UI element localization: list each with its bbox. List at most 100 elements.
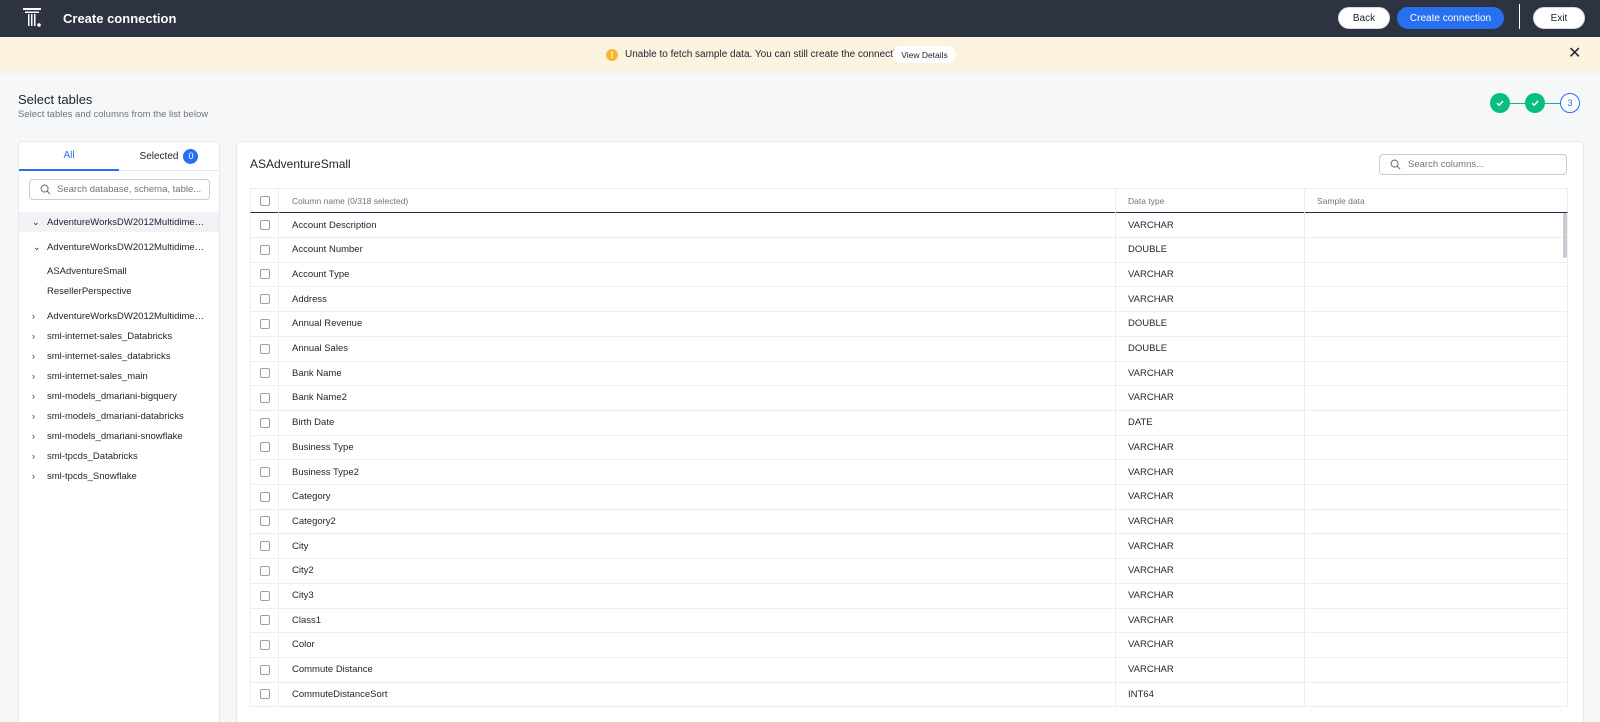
tree-item-database[interactable]: › sml-models_dmariani-bigquery bbox=[19, 386, 219, 406]
chevron-right-icon[interactable]: › bbox=[32, 471, 40, 481]
row-checkbox-cell bbox=[251, 583, 279, 608]
table-scrollbar[interactable] bbox=[1563, 213, 1567, 258]
row-checkbox[interactable] bbox=[259, 318, 270, 329]
row-checkbox[interactable] bbox=[259, 269, 270, 280]
row-checkbox[interactable] bbox=[259, 442, 270, 453]
tree-item-database[interactable]: › sml-models_dmariani-snowflake bbox=[19, 426, 219, 446]
table-row[interactable]: Business Type VARCHAR bbox=[250, 435, 1568, 461]
table-row[interactable]: Color VARCHAR bbox=[250, 632, 1568, 658]
row-checkbox[interactable] bbox=[259, 639, 270, 650]
chevron-right-icon[interactable]: › bbox=[32, 391, 40, 401]
row-checkbox[interactable] bbox=[259, 565, 270, 576]
table-row[interactable]: City3 VARCHAR bbox=[250, 583, 1568, 609]
chevron-down-icon[interactable]: ⌄ bbox=[32, 217, 40, 228]
column-divider bbox=[1304, 657, 1305, 682]
step-connector bbox=[1545, 103, 1560, 104]
tree-item-label: AdventureWorksDW2012Multidimensional-EE bbox=[47, 216, 209, 228]
tree-item-label: ResellerPerspective bbox=[47, 285, 132, 297]
row-checkbox[interactable] bbox=[259, 417, 270, 428]
tab-selected[interactable]: Selected 0 bbox=[119, 142, 219, 171]
chevron-right-icon[interactable]: › bbox=[32, 451, 40, 461]
tab-all[interactable]: All bbox=[19, 142, 119, 171]
table-row[interactable]: Address VARCHAR bbox=[250, 287, 1568, 313]
table-row[interactable]: City VARCHAR bbox=[250, 534, 1568, 560]
tree-item-label: ASAdventureSmall bbox=[47, 265, 127, 277]
row-checkbox[interactable] bbox=[259, 244, 270, 255]
tree-search-input[interactable] bbox=[57, 182, 207, 197]
tree-item-database[interactable]: ⌄ AdventureWorksDW2012Multidimensional-E… bbox=[19, 212, 219, 232]
row-checkbox[interactable] bbox=[259, 294, 270, 305]
data-type-cell: DOUBLE bbox=[1128, 343, 1168, 354]
tree-item-table[interactable]: ASAdventureSmall bbox=[19, 261, 219, 281]
tree-search-field[interactable] bbox=[29, 179, 210, 200]
chevron-right-icon[interactable]: › bbox=[32, 371, 40, 381]
table-row[interactable]: Bank Name VARCHAR bbox=[250, 361, 1568, 387]
tree-item-database[interactable]: › sml-tpcds_Databricks bbox=[19, 446, 219, 466]
warning-icon: ! bbox=[606, 49, 618, 61]
table-row[interactable]: Bank Name2 VARCHAR bbox=[250, 385, 1568, 411]
table-row[interactable]: Account Number DOUBLE bbox=[250, 237, 1568, 263]
column-name-cell: Class1 bbox=[292, 614, 322, 626]
row-checkbox-cell bbox=[251, 385, 279, 410]
row-checkbox[interactable] bbox=[259, 368, 270, 379]
row-checkbox[interactable] bbox=[259, 491, 270, 502]
row-checkbox[interactable] bbox=[259, 590, 270, 601]
column-search-field[interactable] bbox=[1379, 154, 1567, 175]
select-all-checkbox[interactable] bbox=[259, 196, 270, 206]
tree-item-database[interactable]: › AdventureWorksDW2012Multidimensional-S… bbox=[19, 306, 219, 326]
close-icon[interactable]: ✕ bbox=[1568, 46, 1581, 62]
tree-item-database[interactable]: › sml-tpcds_Snowflake bbox=[19, 466, 219, 486]
row-checkbox[interactable] bbox=[259, 689, 270, 700]
column-header-sample[interactable]: Sample data bbox=[1317, 189, 1365, 213]
tree-item-schema[interactable]: ⌄ AdventureWorksDW2012Multidimensional-S… bbox=[19, 237, 219, 257]
table-row[interactable]: Commute Distance VARCHAR bbox=[250, 657, 1568, 683]
table-row[interactable]: Annual Revenue DOUBLE bbox=[250, 311, 1568, 337]
data-type-cell: VARCHAR bbox=[1128, 268, 1174, 280]
table-row[interactable]: Account Description VARCHAR bbox=[250, 213, 1568, 238]
row-checkbox[interactable] bbox=[259, 392, 270, 403]
table-row[interactable]: Annual Sales DOUBLE bbox=[250, 336, 1568, 362]
table-row[interactable]: Class1 VARCHAR bbox=[250, 608, 1568, 634]
tree-item-database[interactable]: › sml-internet-sales_databricks bbox=[19, 346, 219, 366]
column-name-cell: Annual Sales bbox=[292, 343, 348, 354]
data-type-cell: VARCHAR bbox=[1128, 219, 1174, 231]
tree-item-label: sml-internet-sales_databricks bbox=[47, 350, 171, 362]
chevron-right-icon[interactable]: › bbox=[32, 431, 40, 441]
chevron-right-icon[interactable]: › bbox=[32, 411, 40, 421]
back-button[interactable]: Back bbox=[1338, 7, 1390, 29]
chevron-right-icon[interactable]: › bbox=[32, 331, 40, 341]
chevron-down-icon[interactable]: ⌄ bbox=[33, 242, 41, 253]
exit-button[interactable]: Exit bbox=[1533, 7, 1585, 29]
row-checkbox[interactable] bbox=[259, 343, 270, 354]
column-name-cell: Category bbox=[292, 491, 331, 503]
step-3-indicator: 3 bbox=[1560, 93, 1580, 113]
row-checkbox[interactable] bbox=[259, 467, 270, 477]
row-checkbox-cell bbox=[251, 682, 279, 707]
column-header-name[interactable]: Column name (0/318 selected) bbox=[292, 189, 408, 213]
table-row[interactable]: Category2 VARCHAR bbox=[250, 509, 1568, 535]
tree-item-database[interactable]: › sml-models_dmariani-databricks bbox=[19, 406, 219, 426]
table-row[interactable]: Business Type2 VARCHAR bbox=[250, 460, 1568, 485]
view-details-button[interactable]: View Details bbox=[893, 46, 956, 63]
chevron-right-icon[interactable]: › bbox=[32, 311, 40, 321]
table-header: Column name (0/318 selected) Data type S… bbox=[250, 188, 1568, 213]
tree-item-database[interactable]: › sml-internet-sales_Databricks bbox=[19, 326, 219, 346]
table-row[interactable]: Birth Date DATE bbox=[250, 410, 1568, 436]
row-checkbox[interactable] bbox=[259, 664, 270, 675]
table-row[interactable]: Category VARCHAR bbox=[250, 484, 1568, 510]
column-search-input[interactable] bbox=[1408, 157, 1563, 172]
row-checkbox[interactable] bbox=[259, 220, 270, 230]
tree-item-database[interactable]: › sml-internet-sales_main bbox=[19, 366, 219, 386]
column-divider bbox=[1115, 534, 1116, 559]
chevron-right-icon[interactable]: › bbox=[32, 351, 40, 361]
create-connection-button[interactable]: Create connection bbox=[1397, 7, 1504, 29]
table-row[interactable]: City2 VARCHAR bbox=[250, 558, 1568, 584]
table-row[interactable]: Account Type VARCHAR bbox=[250, 262, 1568, 288]
row-checkbox[interactable] bbox=[259, 541, 270, 552]
row-checkbox[interactable] bbox=[259, 615, 270, 626]
tree-item-table[interactable]: ResellerPerspective bbox=[19, 281, 219, 301]
column-divider bbox=[1304, 460, 1305, 484]
row-checkbox[interactable] bbox=[259, 516, 270, 527]
table-row[interactable]: CommuteDistanceSort INT64 bbox=[250, 682, 1568, 708]
column-header-type[interactable]: Data type bbox=[1128, 189, 1164, 213]
